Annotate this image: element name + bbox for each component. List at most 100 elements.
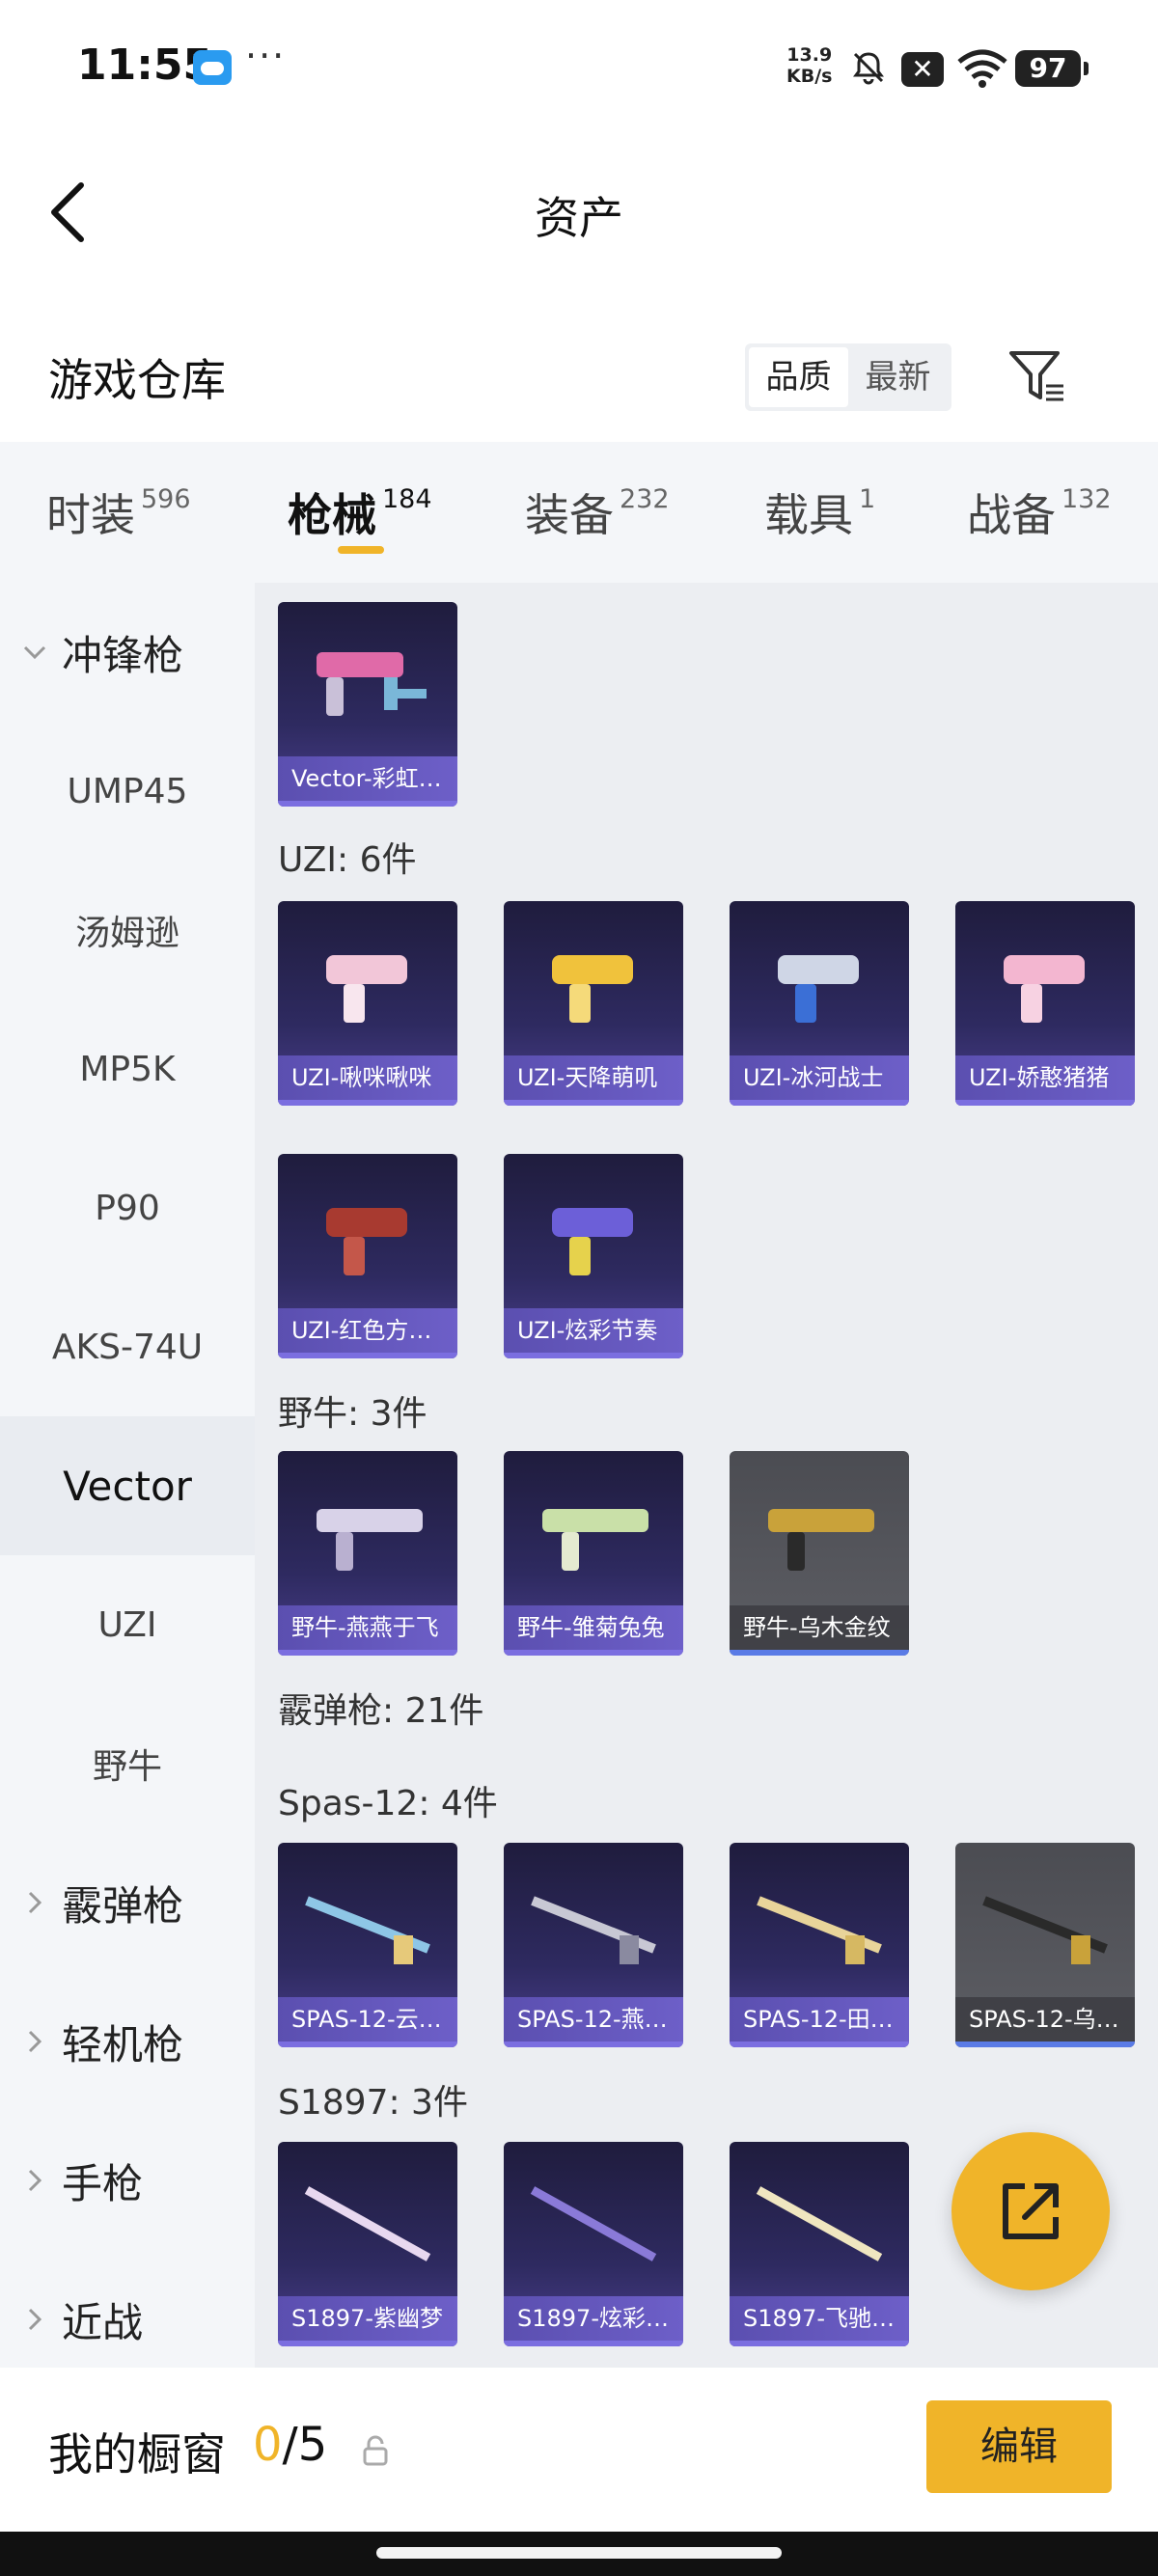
rarity-bar bbox=[504, 2042, 683, 2047]
skin-card[interactable]: SPAS-12-燕… bbox=[504, 1843, 683, 2047]
tab-equipment[interactable]: 装备 232 bbox=[525, 480, 670, 544]
skin-card[interactable]: UZI-红色方… bbox=[278, 1154, 457, 1358]
skin-name: 野牛-乌木金纹 bbox=[730, 1605, 909, 1650]
skin-card[interactable]: UZI-啾咪啾咪 bbox=[278, 901, 457, 1106]
edit-button[interactable]: 编辑 bbox=[926, 2400, 1112, 2493]
sidebar-item-mp5k[interactable]: MP5K bbox=[0, 1000, 255, 1138]
tab-label: 载具 bbox=[764, 489, 853, 541]
filter-icon[interactable] bbox=[1004, 343, 1071, 411]
weapon-image bbox=[304, 2186, 431, 2261]
bell-muted-icon bbox=[853, 52, 884, 85]
weapon-image bbox=[542, 1509, 648, 1571]
skin-card[interactable]: S1897-飞驰… bbox=[730, 2142, 909, 2346]
skin-name: S1897-紫幽梦 bbox=[278, 2296, 457, 2341]
tab-firearms[interactable]: 枪械 184 bbox=[288, 480, 432, 544]
active-tab-indicator bbox=[338, 546, 384, 554]
skin-name: SPAS-12-燕… bbox=[504, 1997, 683, 2042]
rarity-bar bbox=[504, 1650, 683, 1656]
weapon-skin-grid: Vector-彩虹… UZI: 6件 UZI-啾咪啾咪 UZI-天降萌叽 UZI… bbox=[255, 583, 1158, 2368]
chevron-right-icon bbox=[28, 2030, 42, 2053]
weapon-image bbox=[552, 955, 633, 1023]
sidebar-item-aks74u[interactable]: AKS-74U bbox=[0, 1277, 255, 1416]
rarity-bar bbox=[730, 2042, 909, 2047]
tab-label: 战备 bbox=[967, 489, 1056, 541]
chevron-down-icon bbox=[23, 645, 46, 660]
skin-card[interactable]: UZI-冰河战士 bbox=[730, 901, 909, 1106]
skin-card[interactable]: 野牛-雏菊兔兔 bbox=[504, 1451, 683, 1656]
skin-card[interactable]: UZI-娇憨猪猪 bbox=[955, 901, 1135, 1106]
skin-card[interactable]: SPAS-12-田… bbox=[730, 1843, 909, 2047]
rarity-bar bbox=[504, 1100, 683, 1106]
sidebar-item-vector[interactable]: Vector bbox=[0, 1416, 255, 1555]
status-bar: 11:55 ··· 13.9 KB/s ✕ 97 bbox=[0, 0, 1158, 145]
skin-card[interactable]: S1897-炫彩… bbox=[504, 2142, 683, 2346]
skin-name: S1897-炫彩… bbox=[504, 2296, 683, 2341]
showcase-title: 我的橱窗 bbox=[48, 2428, 226, 2480]
skin-name: UZI-炫彩节奏 bbox=[504, 1308, 683, 1353]
skin-card[interactable]: Vector-彩虹… bbox=[278, 602, 457, 807]
rarity-bar bbox=[504, 2341, 683, 2346]
tab-label: 枪械 bbox=[288, 489, 376, 541]
sidebar-group-smg[interactable]: 冲锋枪 bbox=[0, 583, 255, 722]
weapon-image bbox=[1004, 955, 1085, 1023]
skin-name: UZI-啾咪啾咪 bbox=[278, 1055, 457, 1100]
weapon-image bbox=[326, 955, 407, 1023]
tab-supplies[interactable]: 战备 132 bbox=[967, 480, 1112, 544]
section-label-spas12: Spas-12: 4件 bbox=[278, 1784, 498, 1823]
sidebar-group-pistol[interactable]: 手枪 bbox=[0, 2111, 255, 2250]
rarity-bar bbox=[278, 801, 457, 807]
skin-card[interactable]: 野牛-乌木金纹 bbox=[730, 1451, 909, 1656]
skin-name: UZI-娇憨猪猪 bbox=[955, 1055, 1135, 1100]
showcase-bar: 我的橱窗 0/5 编辑 bbox=[0, 2368, 1158, 2532]
sidebar-group-lmg[interactable]: 轻机枪 bbox=[0, 1972, 255, 2111]
unlock-icon bbox=[363, 2435, 388, 2466]
share-button[interactable] bbox=[951, 2132, 1110, 2290]
home-indicator[interactable] bbox=[376, 2547, 782, 2559]
section-label-uzi: UZI: 6件 bbox=[278, 840, 417, 880]
weapon-image bbox=[778, 955, 859, 1023]
skin-name: UZI-红色方… bbox=[278, 1308, 457, 1353]
skin-name: UZI-冰河战士 bbox=[730, 1055, 909, 1100]
skin-name: 野牛-雏菊兔兔 bbox=[504, 1605, 683, 1650]
cloud-icon bbox=[193, 50, 232, 85]
skin-card[interactable]: UZI-天降萌叽 bbox=[504, 901, 683, 1106]
weapon-image bbox=[757, 1896, 882, 1964]
weapon-image bbox=[768, 1509, 874, 1571]
skin-card[interactable]: SPAS-12-乌… bbox=[955, 1843, 1135, 2047]
section-label-bison: 野牛: 3件 bbox=[278, 1394, 427, 1434]
rarity-bar bbox=[730, 1650, 909, 1656]
rarity-bar bbox=[504, 1353, 683, 1358]
tab-vehicles[interactable]: 载具 1 bbox=[764, 480, 875, 544]
sidebar-item-bison[interactable]: 野牛 bbox=[0, 1694, 255, 1833]
skin-card[interactable]: S1897-紫幽梦 bbox=[278, 2142, 457, 2346]
skin-name: SPAS-12-乌… bbox=[955, 1997, 1135, 2042]
rarity-bar bbox=[278, 1353, 457, 1358]
weapon-category-sidebar: 冲锋枪 UMP45 汤姆逊 MP5K P90 AKS-74U Vector UZ… bbox=[0, 583, 255, 2368]
nav-bar: 资产 bbox=[0, 145, 1158, 280]
sidebar-group-label: 轻机枪 bbox=[62, 2020, 184, 2069]
sidebar-item-uzi[interactable]: UZI bbox=[0, 1555, 255, 1694]
external-link-icon bbox=[1003, 2183, 1059, 2239]
more-dots-icon: ··· bbox=[245, 35, 287, 77]
skin-card[interactable]: UZI-炫彩节奏 bbox=[504, 1154, 683, 1358]
tab-label: 装备 bbox=[525, 489, 614, 541]
skin-name: UZI-天降萌叽 bbox=[504, 1055, 683, 1100]
sort-newest-button[interactable]: 最新 bbox=[848, 347, 948, 407]
skin-card[interactable]: 野牛-燕燕于飞 bbox=[278, 1451, 457, 1656]
rarity-bar bbox=[278, 1650, 457, 1656]
sidebar-group-shotgun[interactable]: 霰弹枪 bbox=[0, 1833, 255, 1972]
tab-fashion[interactable]: 时装 596 bbox=[46, 480, 191, 544]
skin-card[interactable]: SPAS-12-云… bbox=[278, 1843, 457, 2047]
skin-name: SPAS-12-云… bbox=[278, 1997, 457, 2042]
sidebar-item-ump45[interactable]: UMP45 bbox=[0, 722, 255, 861]
sidebar-item-p90[interactable]: P90 bbox=[0, 1138, 255, 1277]
warehouse-title: 游戏仓库 bbox=[48, 354, 226, 406]
network-speed: 13.9 KB/s bbox=[786, 44, 832, 87]
notification-x-icon: ✕ bbox=[901, 52, 944, 87]
sort-quality-button[interactable]: 品质 bbox=[749, 347, 848, 407]
rarity-bar bbox=[730, 2341, 909, 2346]
tab-count: 596 bbox=[141, 484, 191, 514]
weapon-image bbox=[317, 652, 427, 716]
showcase-current: 0 bbox=[253, 2418, 283, 2472]
sidebar-item-thompson[interactable]: 汤姆逊 bbox=[0, 861, 255, 1000]
